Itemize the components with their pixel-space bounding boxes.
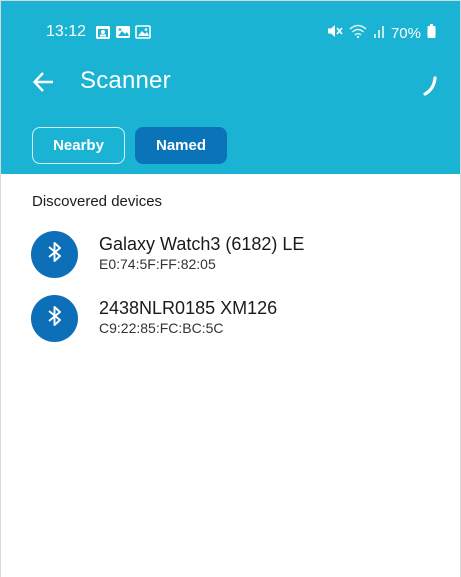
battery-level: 70% bbox=[390, 24, 421, 42]
calendar-icon bbox=[95, 24, 111, 40]
mute-icon bbox=[327, 24, 343, 42]
wifi-icon bbox=[349, 24, 367, 42]
bluetooth-icon bbox=[46, 304, 64, 333]
gallery-icon bbox=[135, 24, 151, 40]
signal-icon bbox=[373, 24, 385, 42]
bluetooth-icon bbox=[46, 240, 64, 269]
device-name: 2438NLR0185 XM126 bbox=[99, 298, 278, 318]
page-title: Scanner bbox=[80, 67, 171, 94]
app-bar: 13:12 70% Scanner Nearby Named bbox=[1, 1, 460, 174]
app-frame: 13:12 70% Scanner Nearby Named Discovere… bbox=[0, 0, 461, 577]
tab-named[interactable]: Named bbox=[135, 127, 227, 164]
back-arrow-icon[interactable] bbox=[31, 69, 57, 95]
scanning-progress-icon bbox=[422, 75, 438, 97]
filter-tabs: Nearby Named bbox=[32, 127, 227, 164]
section-title: Discovered devices bbox=[32, 193, 163, 210]
device-list-item[interactable]: 2438NLR0185 XM126 C9:22:85:FC:BC:5C bbox=[31, 295, 441, 345]
device-mac-address: E0:74:5F:FF:82:05 bbox=[99, 256, 216, 272]
status-bar: 13:12 70% bbox=[1, 1, 460, 42]
tab-nearby[interactable]: Nearby bbox=[32, 127, 125, 164]
device-avatar bbox=[31, 231, 78, 278]
status-indicators: 70% bbox=[327, 24, 436, 42]
status-time: 13:12 bbox=[46, 23, 87, 40]
toolbar: Scanner bbox=[1, 57, 460, 105]
battery-icon bbox=[427, 24, 436, 42]
device-name: Galaxy Watch3 (6182) LE bbox=[99, 234, 305, 254]
image-icon bbox=[115, 24, 131, 40]
device-mac-address: C9:22:85:FC:BC:5C bbox=[99, 320, 224, 336]
device-list-item[interactable]: Galaxy Watch3 (6182) LE E0:74:5F:FF:82:0… bbox=[31, 231, 441, 281]
device-avatar bbox=[31, 295, 78, 342]
